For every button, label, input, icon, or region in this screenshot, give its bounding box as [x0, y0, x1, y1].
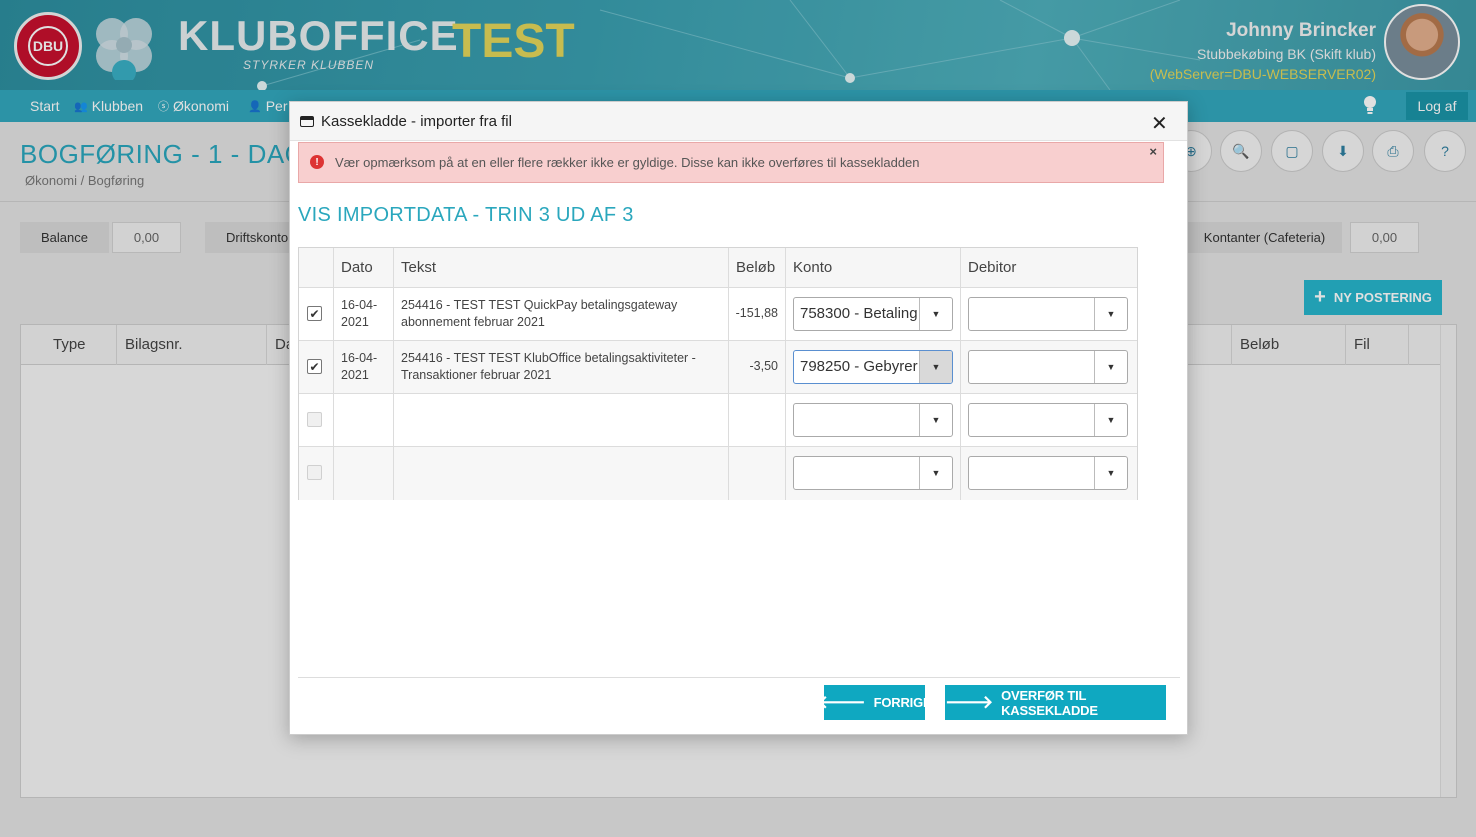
window-icon	[300, 116, 314, 127]
row-checkbox[interactable]: ✔	[307, 359, 322, 374]
transfer-button[interactable]: 🡒 OVERFØR TIL KASSEKLADDE	[945, 685, 1166, 720]
row-date: 16-04- 2021	[341, 351, 378, 382]
col-debtor: Debitor	[961, 248, 1137, 288]
account-select[interactable]: ▼	[793, 456, 953, 490]
account-select[interactable]: 798250 - Gebyrer ▼	[793, 350, 953, 384]
table-row: ✔ 16-04- 2021 254416 - TEST TEST KlubOffi…	[299, 341, 1137, 394]
row-text	[401, 403, 721, 420]
col-text: Tekst	[394, 248, 729, 288]
dropdown-arrow-icon[interactable]: ▼	[919, 351, 952, 383]
account-select[interactable]: ▼	[793, 403, 953, 437]
row-checkbox[interactable]: ✔	[307, 306, 322, 321]
row-amount: -151,88	[735, 306, 778, 320]
row-date: 16-04- 2021	[341, 298, 378, 329]
dropdown-arrow-icon[interactable]: ▼	[1094, 404, 1127, 436]
col-select	[299, 248, 334, 288]
table-row: ✔ 16-04- 2021 254416 - TEST TEST QuickPay…	[299, 288, 1137, 341]
debtor-select[interactable]: ▼	[968, 403, 1128, 437]
dropdown-arrow-icon[interactable]: ▼	[919, 457, 952, 489]
col-amount: Beløb	[729, 248, 786, 288]
arrow-right-icon: 🡒	[945, 692, 994, 712]
close-icon[interactable]: ✕	[1151, 111, 1168, 136]
col-account: Konto	[786, 248, 961, 288]
import-table: Dato Tekst Beløb Konto Debitor ✔ 16-04- 2…	[298, 247, 1138, 500]
step-title: VIS IMPORTDATA - TRIN 3 UD AF 3	[298, 204, 634, 226]
table-row: ▼ ▼	[299, 447, 1137, 500]
arrow-left-icon: 🡐	[817, 692, 866, 712]
dropdown-arrow-icon[interactable]: ▼	[1094, 351, 1127, 383]
row-checkbox[interactable]	[307, 465, 322, 480]
dropdown-arrow-icon[interactable]: ▼	[1094, 298, 1127, 330]
row-amount: -3,50	[749, 359, 779, 373]
footer-divider	[298, 677, 1180, 678]
alert-close-button[interactable]: ×	[1149, 144, 1157, 159]
account-select[interactable]: 758300 - Betalingsgateway▼	[793, 297, 953, 331]
debtor-select[interactable]: ▼	[968, 297, 1128, 331]
dropdown-arrow-icon[interactable]: ▼	[919, 298, 952, 330]
dialog-title: Kassekladde - importer fra fil	[321, 113, 512, 130]
previous-button[interactable]: 🡐 FORRIGE	[818, 685, 932, 720]
row-checkbox[interactable]	[307, 412, 322, 427]
dropdown-arrow-icon[interactable]: ▼	[1094, 457, 1127, 489]
row-text	[401, 456, 721, 473]
col-date: Dato	[334, 248, 394, 288]
validation-alert: ! Vær opmærksom på at en eller flere ræk…	[298, 142, 1164, 183]
dropdown-arrow-icon[interactable]: ▼	[919, 404, 952, 436]
row-text: 254416 - TEST TEST QuickPay betalingsgat…	[401, 298, 678, 329]
error-icon: !	[310, 155, 324, 169]
import-dialog: Kassekladde - importer fra fil ✕ ! Vær o…	[289, 101, 1188, 735]
dialog-titlebar: Kassekladde - importer fra fil ✕	[290, 102, 1187, 141]
table-row: ▼ ▼	[299, 394, 1137, 447]
row-text: 254416 - TEST TEST KlubOffice betalingsa…	[401, 351, 696, 382]
alert-message: Vær opmærksom på at en eller flere række…	[335, 155, 920, 170]
debtor-select[interactable]: ▼	[968, 350, 1128, 384]
debtor-select[interactable]: ▼	[968, 456, 1128, 490]
